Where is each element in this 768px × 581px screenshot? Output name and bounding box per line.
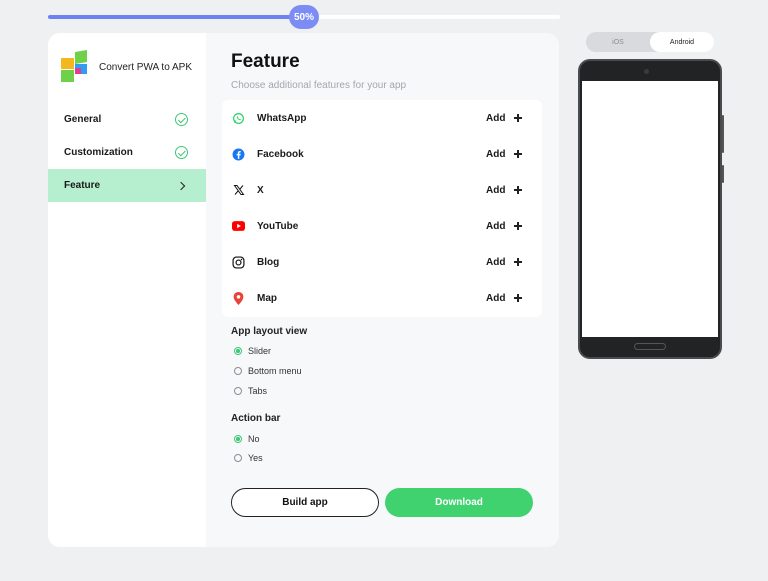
step-nav: General Customization Feature (48, 103, 206, 202)
toggle-ios[interactable]: iOS (586, 32, 650, 52)
add-whatsapp-button[interactable]: Add (486, 113, 505, 124)
add-youtube-button[interactable]: Add (486, 221, 505, 232)
radio-slider[interactable]: Slider (234, 346, 271, 356)
radio-unselected-icon[interactable] (234, 454, 242, 462)
nav-item-label: Feature (64, 180, 101, 191)
radio-label: Tabs (248, 386, 268, 396)
radio-selected-icon[interactable] (234, 347, 242, 355)
feature-list: WhatsApp Add Facebook Add X Add YouTube … (222, 100, 542, 317)
radio-yes[interactable]: Yes (234, 453, 263, 463)
home-button-icon (634, 343, 666, 350)
instagram-icon (232, 255, 245, 269)
page-subtitle: Choose additional features for your app (231, 80, 407, 91)
feature-row-map: Map Add (222, 280, 542, 316)
nav-item-label: Customization (64, 147, 133, 158)
progress-badge: 50% (289, 5, 319, 29)
brand-name: Convert PWA to APK (99, 61, 193, 73)
plus-icon[interactable] (514, 294, 522, 302)
toggle-android[interactable]: Android (650, 32, 714, 52)
brand: Convert PWA to APK (61, 49, 193, 83)
progress-fill (48, 15, 304, 19)
radio-unselected-icon[interactable] (234, 367, 242, 375)
phone-side-button (722, 115, 724, 153)
nav-item-label: General (64, 114, 102, 125)
download-button[interactable]: Download (385, 488, 533, 517)
feature-row-whatsapp: WhatsApp Add (222, 100, 542, 136)
progress-bar: 50% (48, 5, 560, 29)
radio-tabs[interactable]: Tabs (234, 386, 267, 396)
add-x-button[interactable]: Add (486, 185, 505, 196)
plus-icon[interactable] (514, 150, 522, 158)
phone-side-button (722, 165, 724, 183)
radio-label: No (248, 434, 260, 444)
feature-name: Blog (257, 256, 280, 268)
check-circle-icon (175, 113, 188, 126)
feature-name: Facebook (257, 148, 304, 160)
whatsapp-icon (232, 112, 245, 125)
facebook-icon (232, 148, 245, 161)
nav-item-general[interactable]: General (48, 103, 206, 136)
nav-item-feature[interactable]: Feature (48, 169, 206, 202)
app-logo-icon (61, 49, 87, 83)
add-facebook-button[interactable]: Add (486, 149, 505, 160)
build-app-button[interactable]: Build app (231, 488, 379, 517)
layout-view-label: App layout view (231, 326, 308, 337)
camera-icon (644, 69, 649, 74)
radio-no[interactable]: No (234, 434, 260, 444)
feature-row-facebook: Facebook Add (222, 136, 542, 172)
feature-name: X (257, 184, 264, 196)
plus-icon[interactable] (514, 258, 522, 266)
check-circle-icon (175, 146, 188, 159)
add-blog-button[interactable]: Add (486, 257, 505, 268)
feature-row-blog: Blog Add (222, 244, 542, 280)
feature-name: Map (257, 292, 277, 304)
sidebar: Convert PWA to APK General Customization… (48, 33, 206, 547)
plus-icon[interactable] (514, 186, 522, 194)
chevron-right-icon (176, 181, 186, 190)
radio-label: Slider (248, 346, 272, 356)
phone-screen (582, 81, 718, 337)
feature-row-x: X Add (222, 172, 542, 208)
feature-name: WhatsApp (257, 112, 307, 124)
nav-item-customization[interactable]: Customization (48, 136, 206, 169)
feature-name: YouTube (257, 220, 299, 232)
wizard-card: Convert PWA to APK General Customization… (48, 33, 559, 547)
radio-unselected-icon[interactable] (234, 387, 242, 395)
map-pin-icon (232, 291, 245, 305)
plus-icon[interactable] (514, 114, 522, 122)
radio-label: Bottom menu (248, 366, 302, 376)
action-bar-label: Action bar (231, 413, 281, 424)
plus-icon[interactable] (514, 222, 522, 230)
feature-panel: Feature Choose additional features for y… (206, 33, 559, 547)
radio-selected-icon[interactable] (234, 435, 242, 443)
radio-bottom-menu[interactable]: Bottom menu (234, 366, 302, 376)
youtube-icon (232, 220, 245, 233)
page-title: Feature (231, 51, 300, 72)
phone-preview (578, 59, 724, 359)
add-map-button[interactable]: Add (486, 293, 505, 304)
radio-label: Yes (248, 453, 263, 463)
x-icon (232, 184, 245, 197)
platform-toggle: iOS Android (586, 32, 714, 52)
feature-row-youtube: YouTube Add (222, 208, 542, 244)
